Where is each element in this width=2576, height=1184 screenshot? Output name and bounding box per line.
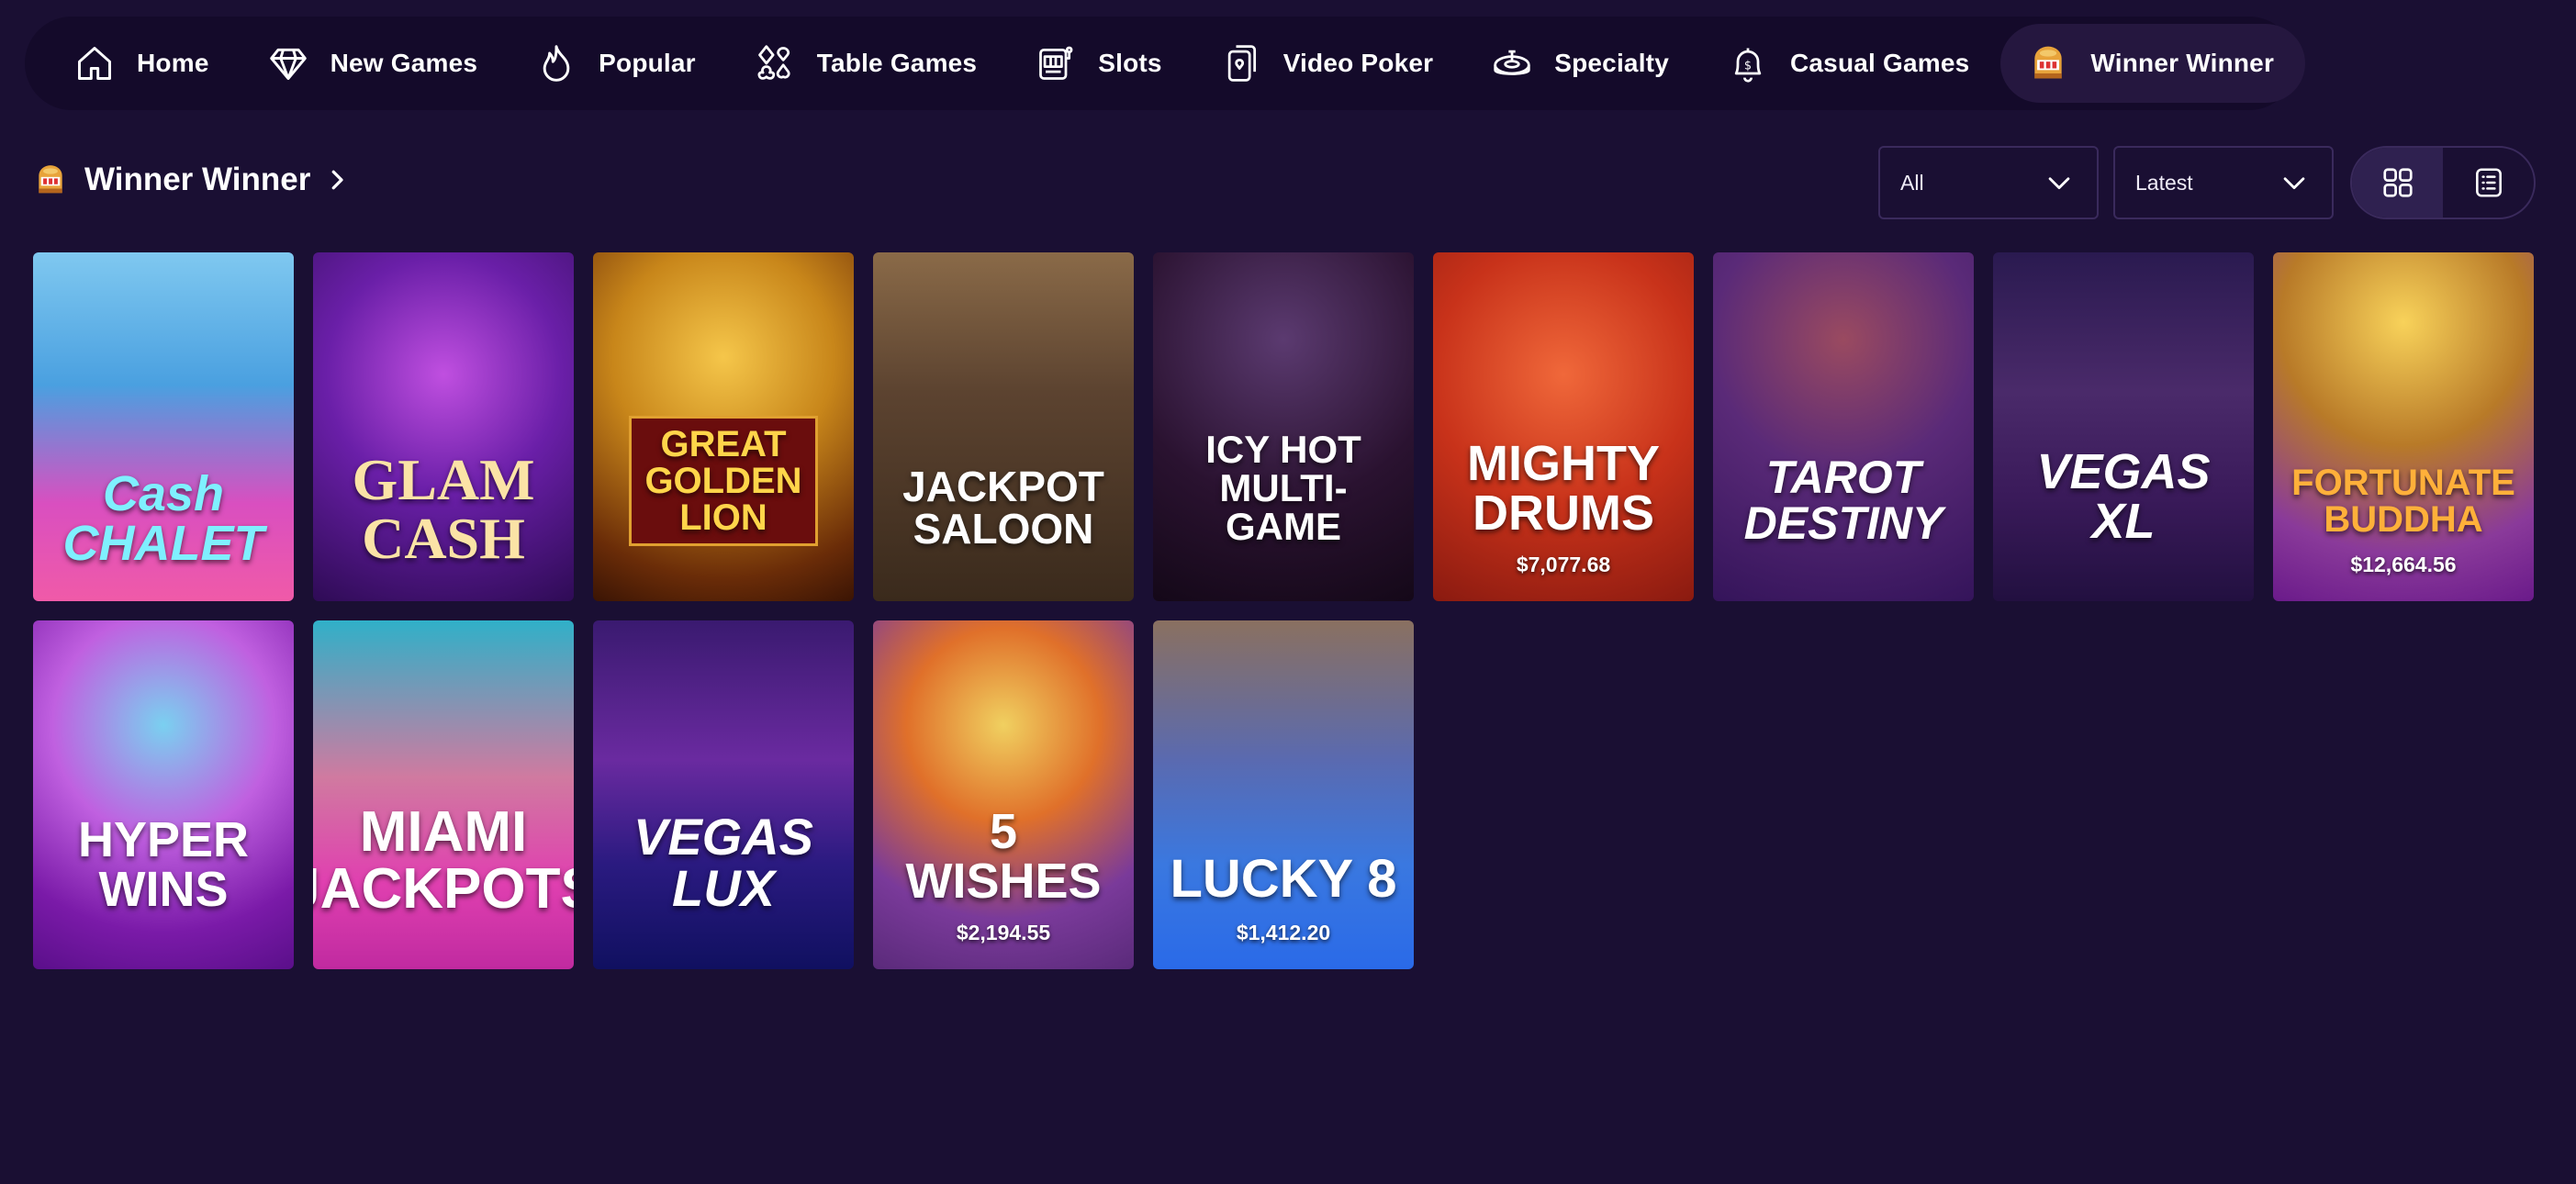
- game-title: VEGAS XL: [2036, 444, 2211, 549]
- nav-label: New Games: [330, 49, 478, 77]
- game-tile-icy-hot[interactable]: ICY HOT MULTI-GAME: [1153, 252, 1414, 601]
- grid-view-button[interactable]: [2352, 148, 2443, 218]
- flame-icon: [536, 43, 577, 84]
- game-tile-glam-cash[interactable]: GLAM CASH: [313, 252, 574, 601]
- nav-item-table-games[interactable]: Table Games: [727, 24, 1008, 103]
- diamond-icon: [268, 43, 308, 84]
- nav-label: Slots: [1098, 49, 1162, 77]
- game-tile-5-wishes[interactable]: 5 WISHES $2,194.55: [873, 620, 1134, 969]
- game-art: [1153, 252, 1414, 601]
- game-title: VEGAS LUX: [633, 808, 814, 917]
- chevron-right-icon: [331, 170, 343, 190]
- nav-label: Casual Games: [1789, 49, 1970, 77]
- game-art: [1993, 252, 2254, 601]
- svg-text:$: $: [1744, 59, 1752, 73]
- game-title: MIGHTY DRUMS: [1467, 436, 1660, 541]
- game-tile-miami-jackpots[interactable]: MIAMI JACKPOTS: [313, 620, 574, 969]
- nav-label: Specialty: [1554, 49, 1669, 77]
- nav-item-video-poker[interactable]: Video Poker: [1193, 24, 1465, 103]
- winner-slot-icon: [2028, 43, 2068, 84]
- home-icon: [74, 43, 115, 84]
- list-icon: [2475, 168, 2502, 197]
- game-title: Cash CHALET: [62, 466, 264, 571]
- nav-label: Table Games: [816, 49, 978, 77]
- game-tile-mighty-drums[interactable]: MIGHTY DRUMS $7,077.68: [1433, 252, 1694, 601]
- nav-item-specialty[interactable]: Specialty: [1464, 24, 1700, 103]
- nav-item-home[interactable]: Home: [47, 24, 241, 103]
- poker-cards-icon: [1221, 43, 1261, 84]
- filter-select[interactable]: All: [1878, 146, 2099, 219]
- jackpot-amount: $2,194.55: [956, 921, 1051, 944]
- jackpot-amount: $7,077.68: [1516, 553, 1611, 576]
- game-title: LUCKY 8: [1170, 849, 1397, 909]
- nav-item-winner-winner[interactable]: Winner Winner: [2000, 24, 2306, 103]
- game-art: [873, 620, 1134, 969]
- grid-icon: [2382, 168, 2413, 197]
- nav-item-popular[interactable]: Popular: [509, 24, 727, 103]
- game-tile-fortunate-buddha[interactable]: FORTUNATE BUDDHA $12,664.56: [2273, 252, 2534, 601]
- view-mode-toggle: [2350, 146, 2536, 219]
- game-tile-tarot-destiny[interactable]: TAROT DESTINY: [1713, 252, 1974, 601]
- game-tile-cash-chalet[interactable]: Cash CHALET: [33, 252, 294, 601]
- game-art: [2273, 252, 2534, 601]
- game-title: TAROT DESTINY: [1743, 452, 1943, 549]
- game-tile-vegas-lux[interactable]: VEGAS LUX: [593, 620, 854, 969]
- list-view-button[interactable]: [2443, 148, 2534, 218]
- section-title-link[interactable]: Winner Winner: [33, 158, 351, 202]
- game-title: GREAT GOLDEN LION: [629, 416, 818, 546]
- game-title: ICY HOT MULTI-GAME: [1205, 428, 1361, 548]
- section-title: Winner Winner: [84, 162, 311, 197]
- game-tile-hyper-wins[interactable]: HYPER WINS: [33, 620, 294, 969]
- nav-item-casual-games[interactable]: $ Casual Games: [1700, 24, 2000, 103]
- category-nav: Home New Games Popular Table Games Slots…: [25, 17, 2306, 110]
- game-tile-vegas-xl[interactable]: VEGAS XL: [1993, 252, 2254, 601]
- game-title: GLAM CASH: [352, 447, 535, 571]
- filter-select-value: All: [1900, 170, 1924, 195]
- game-tile-great-golden-lion[interactable]: GREAT GOLDEN LION: [593, 252, 854, 601]
- game-art: [1713, 252, 1974, 601]
- game-title: 5 WISHES: [905, 804, 1102, 909]
- chevron-down-icon: [2048, 177, 2070, 190]
- card-suits-icon: [755, 43, 795, 84]
- roulette-icon: [1492, 43, 1532, 84]
- jackpot-amount: $1,412.20: [1236, 921, 1331, 944]
- slot-machine-icon: [1036, 43, 1076, 84]
- game-title: JACKPOT SALOON: [902, 463, 1104, 553]
- jackpot-amount: $12,664.56: [2350, 553, 2457, 576]
- bell-icon: $: [1728, 43, 1768, 84]
- game-art: [33, 620, 294, 969]
- nav-label: Video Poker: [1282, 49, 1434, 77]
- game-art: [1153, 620, 1414, 969]
- game-art: [1433, 252, 1694, 601]
- game-art: [593, 620, 854, 969]
- nav-item-new-games[interactable]: New Games: [241, 24, 510, 103]
- game-tile-jackpot-saloon[interactable]: JACKPOT SALOON: [873, 252, 1134, 601]
- winner-slot-icon: [39, 165, 62, 194]
- nav-label: Winner Winner: [2090, 49, 2275, 77]
- game-title: FORTUNATE BUDDHA: [2291, 463, 2515, 540]
- game-tile-lucky-8[interactable]: LUCKY 8 $1,412.20: [1153, 620, 1414, 969]
- nav-label: Popular: [599, 49, 696, 77]
- nav-label: Home: [137, 49, 209, 77]
- game-title: MIAMI JACKPOTS: [313, 800, 574, 921]
- nav-item-slots[interactable]: Slots: [1008, 24, 1193, 103]
- sort-select[interactable]: Latest: [2113, 146, 2334, 219]
- game-title: HYPER WINS: [77, 812, 250, 917]
- sort-select-value: Latest: [2135, 170, 2193, 195]
- chevron-down-icon: [2283, 177, 2305, 190]
